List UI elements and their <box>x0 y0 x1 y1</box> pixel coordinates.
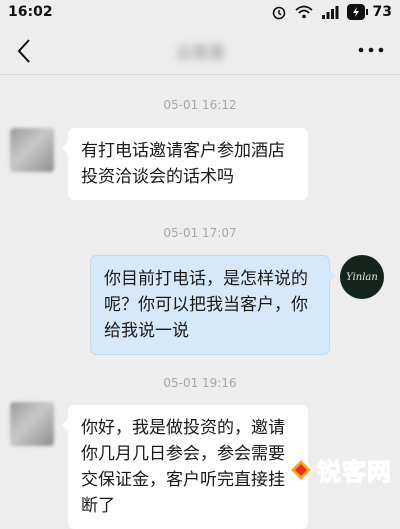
watermark-text: 锐客网 <box>317 458 392 487</box>
battery-icon <box>346 4 368 20</box>
message-bubble-incoming[interactable]: 有打电话邀请客户参加酒店投资洽谈会的话术吗 <box>62 128 308 200</box>
contact-avatar[interactable] <box>10 402 54 446</box>
message-timestamp: 05-01 17:07 <box>163 226 237 240</box>
chat-title: 云南酒 <box>175 43 224 62</box>
battery-level: 73 <box>372 4 392 20</box>
more-dots-icon <box>358 47 384 53</box>
my-avatar[interactable]: Yinlan <box>340 255 384 299</box>
lightning-icon <box>352 7 359 17</box>
watermark-logo-icon <box>288 457 314 482</box>
contact-avatar[interactable] <box>10 128 54 172</box>
message-timestamp: 05-01 16:12 <box>163 98 237 112</box>
message-bubble-outgoing[interactable]: 你目前打电话，是怎样说的呢？你可以把我当客户，你给我说一说 <box>90 255 336 355</box>
watermark: 锐客网 <box>288 452 392 487</box>
message-timestamp: 05-01 19:16 <box>163 376 237 390</box>
status-time: 16:02 <box>8 4 53 20</box>
alarm-icon <box>272 6 285 20</box>
message-bubble-incoming[interactable]: 你好，我是做投资的，邀请你几月几日参会，参会需要交保证金，客户听完直接挂断了 <box>62 405 308 529</box>
more-button[interactable] <box>356 38 386 62</box>
status-icons: 73 <box>271 4 392 20</box>
wifi-icon <box>294 5 313 19</box>
avatar-logo-text: Yinlan <box>346 271 378 283</box>
status-bar: 16:02 73 <box>0 0 400 26</box>
nav-bar: 云南酒 <box>0 26 400 75</box>
signal-icon <box>321 6 339 19</box>
